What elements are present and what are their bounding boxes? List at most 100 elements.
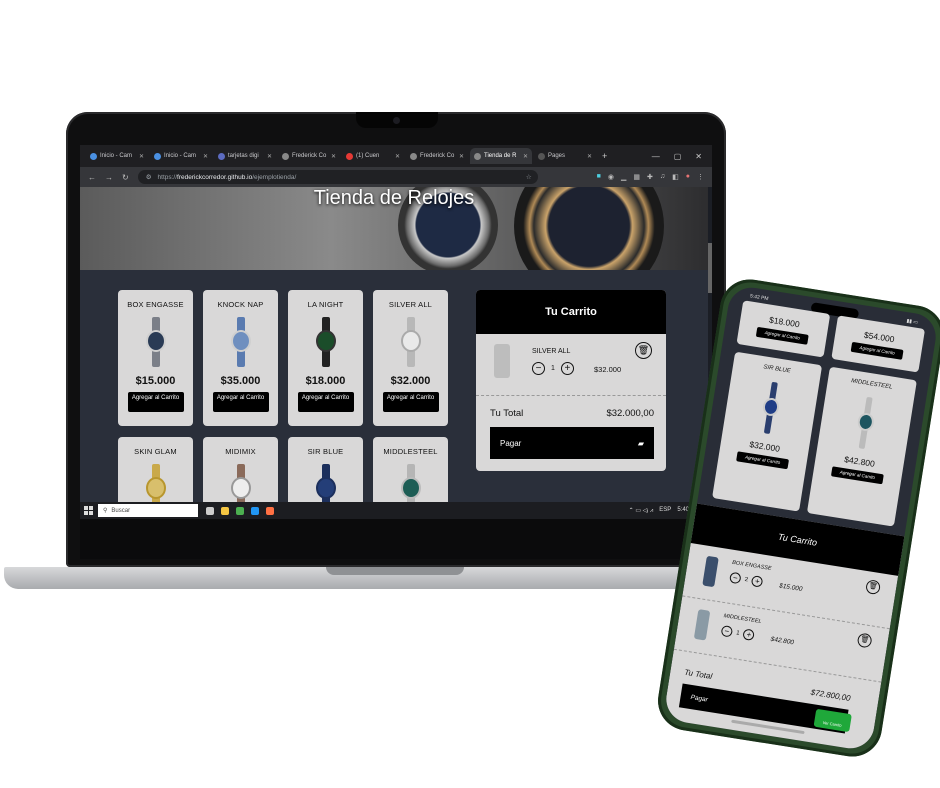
product-card: KNOCK NAP $35.000 Agregar al Carrito: [203, 290, 278, 426]
firefox-icon[interactable]: [266, 506, 274, 515]
device-mockup: Inicio - Cam ✕ Inicio - Cam ✕ tarjetas dig…: [0, 0, 940, 788]
laptop-opening-notch: [326, 567, 464, 575]
hero-banner: Tienda de Relojes: [80, 187, 708, 270]
chrome-icon[interactable]: [236, 506, 244, 515]
product-watch-image: [400, 317, 421, 367]
browser-tab-active[interactable]: Tienda de R ✕: [470, 148, 532, 164]
extensions-area: ■ ◉ ▁ ▦ ✚ ♫ ◧ ● ⋮: [597, 173, 704, 181]
close-tab-icon[interactable]: ✕: [523, 153, 528, 160]
quantity-stepper: − 1 +: [532, 362, 574, 375]
back-icon[interactable]: ←: [88, 173, 96, 182]
maximize-icon[interactable]: ▢: [674, 152, 682, 161]
close-tab-icon[interactable]: ✕: [203, 153, 208, 160]
browser-toolbar: ← → ↻ ⚙ https://frederickcorredor.github…: [80, 167, 712, 187]
product-card: SIR BLUE $32.000 Agregar al Carrito: [712, 351, 823, 512]
tab-favicon-icon: [282, 152, 289, 160]
new-tab-icon[interactable]: +: [602, 151, 607, 161]
cart-panel: Tu Carrito BOX ENGASSE − 2 + $15.000 🗑 M…: [662, 503, 905, 752]
extension-icon[interactable]: ■: [597, 173, 601, 181]
vscode-icon[interactable]: [251, 506, 259, 515]
taskbar-search[interactable]: ⚲ Buscar: [98, 504, 198, 517]
extension-icon[interactable]: ▦: [633, 173, 640, 181]
minus-icon[interactable]: −: [532, 362, 545, 375]
sidepanel-icon[interactable]: ◧: [672, 173, 679, 181]
cart-item: SILVER ALL − 1 + $32.000 🗑: [476, 334, 666, 396]
quantity-stepper: − 1 +: [720, 625, 756, 642]
file-explorer-icon[interactable]: [221, 506, 229, 515]
kebab-menu-icon[interactable]: ⋮: [697, 173, 704, 181]
media-icon[interactable]: ♫: [660, 173, 665, 181]
browser-tab[interactable]: (1) Cuen ✕: [342, 148, 404, 164]
windows-start-icon[interactable]: [84, 506, 93, 515]
search-icon: ⚲: [103, 508, 108, 514]
cart-panel: Tu Carrito SILVER ALL − 1 + $32.000 🗑 Tu…: [476, 290, 666, 471]
product-card: SILVER ALL $32.000 Agregar al Carrito: [373, 290, 448, 426]
add-to-cart-button[interactable]: Agregar al Carrito: [127, 392, 184, 412]
pay-button[interactable]: Pagar ▰: [490, 427, 654, 459]
product-watch-image: [759, 381, 783, 435]
cart-title: Tu Carrito: [476, 290, 666, 334]
address-bar[interactable]: ⚙ https://frederickcorredor.github.io/ej…: [137, 170, 538, 184]
browser-tab[interactable]: Frederick Co ✕: [278, 148, 340, 164]
laptop-screen: Inicio - Cam ✕ Inicio - Cam ✕ tarjetas dig…: [80, 145, 712, 519]
tab-favicon-icon: [90, 152, 97, 160]
trash-icon[interactable]: 🗑: [856, 632, 873, 649]
profile-avatar[interactable]: ●: [686, 173, 690, 181]
browser-tab-bar: Inicio - Cam ✕ Inicio - Cam ✕ tarjetas dig…: [80, 145, 712, 167]
close-tab-icon[interactable]: ✕: [139, 153, 144, 160]
cart-item-image: [702, 555, 719, 588]
windows-taskbar: ⚲ Buscar ⌃ ▭ ◁ᵢ ⩘ ESP 5:40 p. m.: [80, 502, 712, 519]
close-tab-icon[interactable]: ✕: [459, 153, 464, 160]
browser-tab[interactable]: Pages ✕: [534, 148, 596, 164]
forward-icon[interactable]: →: [105, 173, 113, 182]
plus-icon[interactable]: +: [751, 575, 764, 588]
page-title: Tienda de Relojes: [313, 187, 475, 209]
close-tab-icon[interactable]: ✕: [395, 153, 400, 160]
shopping-bag-icon: ▰: [637, 438, 644, 448]
product-watch-image: [315, 317, 336, 367]
cart-item-image: [693, 609, 711, 641]
add-to-cart-button[interactable]: Agregar al Carrito: [297, 392, 354, 412]
extension-icon[interactable]: ▁: [621, 173, 626, 181]
close-tab-icon[interactable]: ✕: [267, 153, 272, 160]
minimize-icon[interactable]: —: [652, 152, 660, 161]
tab-favicon-icon: [346, 152, 353, 160]
add-to-cart-button[interactable]: Agregar al Carrito: [212, 392, 269, 412]
tray-icons[interactable]: ⌃ ▭ ◁ᵢ ⩘: [629, 507, 654, 515]
tab-favicon-icon: [218, 152, 225, 160]
browser-tab[interactable]: Inicio - Cam ✕: [150, 148, 212, 164]
trash-icon[interactable]: 🗑: [865, 579, 882, 596]
signal-battery-icon: ▮▮ ▭: [906, 318, 919, 326]
product-watch-image: [145, 317, 166, 367]
puzzle-icon[interactable]: ✚: [647, 173, 653, 181]
extension-icon[interactable]: ◉: [608, 173, 614, 181]
close-tab-icon[interactable]: ✕: [587, 153, 592, 160]
tab-favicon-icon: [474, 152, 481, 160]
cart-total: Tu Total $32.000,00: [490, 408, 654, 419]
browser-tab[interactable]: Inicio - Cam ✕: [86, 148, 148, 164]
laptop-camera-notch: [356, 112, 438, 128]
plus-icon[interactable]: +: [742, 628, 756, 642]
task-view-icon[interactable]: [206, 506, 214, 515]
product-card: MIDDLESTEEL $42.800 Agregar al Carrito: [806, 366, 917, 527]
trash-icon[interactable]: 🗑: [635, 342, 652, 359]
close-window-icon[interactable]: ✕: [695, 152, 702, 161]
minus-icon[interactable]: −: [720, 625, 734, 638]
product-card: LA NIGHT $18.000 Agregar al Carrito: [288, 290, 363, 426]
add-to-cart-button[interactable]: Agregar al Carrito: [382, 392, 439, 412]
site-info-icon[interactable]: ⚙: [146, 173, 152, 181]
reload-icon[interactable]: ↻: [122, 173, 129, 182]
tab-favicon-icon: [154, 152, 161, 160]
browser-tab[interactable]: Frederick Co ✕: [406, 148, 468, 164]
product-card: BOX ENGASSE $15.000 Agregar al Carrito: [118, 290, 193, 426]
tab-favicon-icon: [538, 152, 545, 160]
close-tab-icon[interactable]: ✕: [331, 153, 336, 160]
window-controls: — ▢ ✕: [652, 152, 712, 161]
laptop-bezel: [80, 519, 712, 559]
bookmark-star-icon[interactable]: ☆: [526, 173, 532, 181]
browser-tab[interactable]: tarjetas digi ✕: [214, 148, 276, 164]
product-watch-image: [854, 396, 878, 450]
plus-icon[interactable]: +: [560, 362, 574, 375]
product-watch-image: [230, 317, 251, 367]
minus-icon[interactable]: −: [729, 571, 742, 585]
